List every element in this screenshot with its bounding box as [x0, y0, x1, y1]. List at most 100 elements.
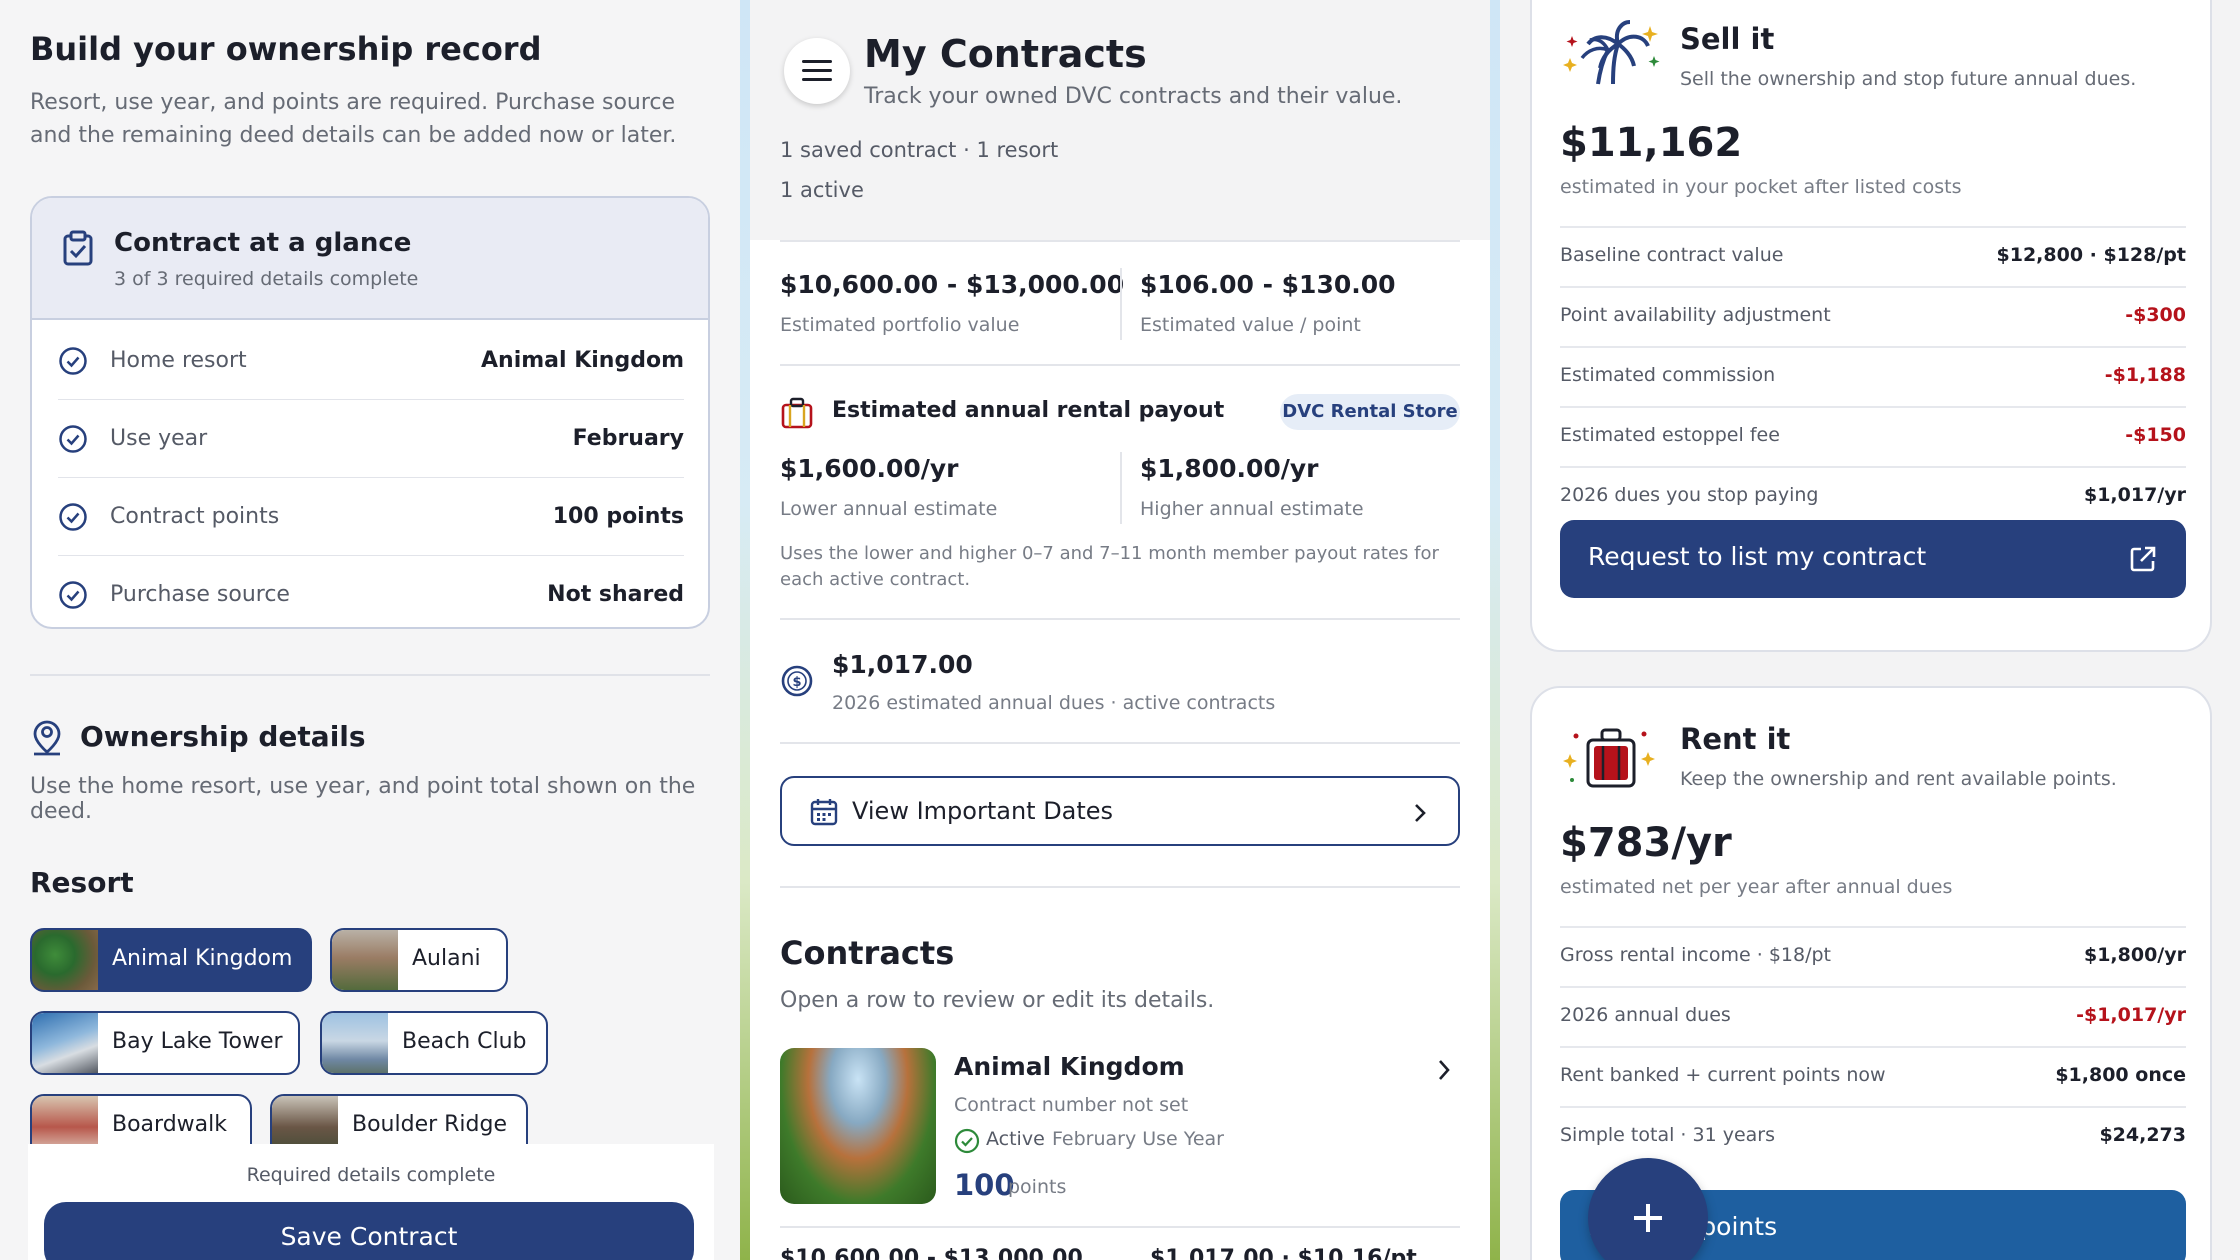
sell-it-card: Sell it Sell the ownership and stop futu… — [1530, 0, 2212, 652]
rental-note: Uses the lower and higher 0–7 and 7–11 m… — [780, 543, 1439, 590]
sell-amount: $11,162 — [1560, 120, 1743, 166]
my-contracts-panel: My Contracts Track your owned DVC contra… — [750, 0, 1490, 1260]
briefcase-icon — [781, 397, 813, 429]
rental-store-badge: DVC Rental Store — [1280, 394, 1460, 430]
menu-button[interactable] — [784, 38, 850, 104]
row-value: -$1,188 — [2104, 364, 2186, 386]
row-value: $1,017/yr — [2083, 484, 2186, 506]
ownership-details-subtitle: Use the home resort, use year, and point… — [30, 774, 696, 824]
row-label: Baseline contract value — [1560, 244, 1784, 266]
sell-subtitle: Sell the ownership and stop future annua… — [1680, 68, 2137, 90]
rent-subtitle: Keep the ownership and rent available po… — [1680, 768, 2117, 790]
rental-payout-title: Estimated annual rental payout — [832, 398, 1225, 423]
sell-title: Sell it — [1680, 22, 1775, 56]
page-title: Build your ownership record — [30, 30, 542, 68]
divider — [780, 886, 1460, 888]
row-label: 2026 annual dues — [1560, 1004, 1731, 1026]
resort-chip-label: Boulder Ridge — [352, 1112, 508, 1137]
rent-row-banked: Rent banked + current points now $1,800 … — [1560, 1046, 2186, 1106]
rent-high-label: Higher annual estimate — [1140, 498, 1364, 520]
glance-row-use-year: Use year February — [58, 400, 684, 478]
section-divider — [30, 674, 710, 676]
request-list-label: Request to list my contract — [1588, 542, 1927, 571]
divider — [1120, 452, 1122, 524]
contracts-section-title: Contracts — [780, 934, 955, 972]
request-list-button[interactable]: Request to list my contract — [1560, 520, 2186, 598]
resort-thumbnail — [32, 930, 98, 990]
saved-count: 1 saved contract · 1 resort — [780, 138, 1059, 162]
resort-section-title: Resort — [30, 866, 134, 899]
glance-row-label: Home resort — [110, 348, 247, 373]
contracts-page-title: My Contracts — [864, 32, 1147, 76]
contract-status: Active — [986, 1128, 1045, 1150]
glance-row-value: Animal Kingdom — [481, 348, 684, 373]
resort-chip-animal-kingdom[interactable]: Animal Kingdom — [30, 928, 312, 992]
row-value: $12,800 · $128/pt — [1996, 244, 2187, 266]
row-value: -$300 — [2125, 304, 2186, 326]
rent-row-dues: 2026 annual dues -$1,017/yr — [1560, 986, 2186, 1046]
resort-chip-beach-club[interactable]: Beach Club — [320, 1011, 548, 1075]
resort-thumbnail — [322, 1013, 388, 1073]
sell-row-dues: 2026 dues you stop paying $1,017/yr — [1560, 466, 2186, 526]
resort-chip-label: Boardwalk — [112, 1112, 227, 1137]
resort-chip-label: Aulani — [412, 946, 481, 971]
glance-row-label: Contract points — [110, 504, 280, 529]
divider — [780, 364, 1460, 366]
chevron-right-icon — [1439, 1060, 1450, 1080]
glance-title: Contract at a glance — [114, 228, 412, 258]
contracts-page-subtitle: Track your owned DVC contracts and their… — [864, 84, 1403, 109]
sell-row-estoppel: Estimated estoppel fee -$150 — [1560, 406, 2186, 466]
hamburger-icon — [802, 60, 832, 63]
row-label: Estimated estoppel fee — [1560, 424, 1780, 446]
check-circle-icon — [954, 1128, 980, 1154]
sell-row-baseline: Baseline contract value $12,800 · $128/p… — [1560, 226, 2186, 286]
row-label: Estimated commission — [1560, 364, 1776, 386]
fireworks-palm-icon — [1563, 20, 1660, 85]
point-value-label: Estimated value / point — [1140, 314, 1361, 336]
rent-low-value: $1,600.00/yr — [780, 454, 959, 483]
glance-status: 3 of 3 required details complete — [114, 268, 419, 290]
row-label: Gross rental income · $18/pt — [1560, 944, 1832, 966]
contract-thumbnail — [780, 1048, 936, 1204]
glance-row-value: Not shared — [547, 582, 684, 607]
divider — [1120, 268, 1122, 340]
resort-chip-label: Bay Lake Tower — [112, 1029, 283, 1054]
rent-high-value: $1,800.00/yr — [1140, 454, 1319, 483]
row-value: -$1,017/yr — [2076, 1004, 2186, 1026]
contracts-section-subtitle: Open a row to review or edit its details… — [780, 988, 1215, 1013]
contract-name: Animal Kingdom — [954, 1052, 1185, 1081]
chevron-right-icon — [1415, 804, 1426, 822]
page-subtitle: Resort, use year, and points are require… — [30, 90, 677, 148]
external-link-icon — [2130, 546, 2156, 572]
contract-use-year: February Use Year — [1052, 1128, 1224, 1150]
glance-row-value: 100 points — [552, 504, 684, 529]
divider — [780, 1226, 1460, 1228]
save-contract-button[interactable]: Save Contract — [44, 1202, 694, 1260]
resort-chip-label: Animal Kingdom — [112, 946, 293, 971]
active-count: 1 active — [780, 178, 864, 202]
rent-row-gross: Gross rental income · $18/pt $1,800/yr — [1560, 926, 2186, 986]
row-label: Rent banked + current points now — [1560, 1064, 1886, 1086]
build-record-panel: Build your ownership record Resort, use … — [0, 0, 740, 1260]
calendar-icon — [810, 799, 838, 826]
glance-row-home-resort: Home resort Animal Kingdom — [58, 322, 684, 400]
portfolio-value: $10,600.00 - $13,000.00 — [780, 270, 1125, 299]
contract-glance-card: Contract at a glance 3 of 3 required det… — [30, 196, 710, 629]
row-value: $1,800/yr — [2083, 944, 2186, 966]
glance-row-value: February — [572, 426, 684, 451]
check-circle-icon — [59, 347, 87, 375]
view-important-dates-button[interactable]: View Important Dates — [780, 776, 1460, 846]
options-panel: Sell it Sell the ownership and stop futu… — [1500, 0, 2240, 1260]
resort-thumbnail — [32, 1013, 98, 1073]
row-value: $1,800 once — [2055, 1064, 2186, 1086]
divider — [780, 742, 1460, 744]
rent-title: Rent it — [1680, 722, 1791, 756]
sell-row-commission: Estimated commission -$1,188 — [1560, 346, 2186, 406]
check-circle-icon — [59, 503, 87, 531]
sell-row-availability: Point availability adjustment -$300 — [1560, 286, 2186, 346]
resort-chip-bay-lake-tower[interactable]: Bay Lake Tower — [30, 1011, 300, 1075]
point-value: $106.00 - $130.00 — [1140, 270, 1396, 299]
glance-row-label: Purchase source — [110, 582, 290, 607]
rent-amount: $783/yr — [1560, 820, 1732, 866]
resort-chip-aulani[interactable]: Aulani — [330, 928, 508, 992]
